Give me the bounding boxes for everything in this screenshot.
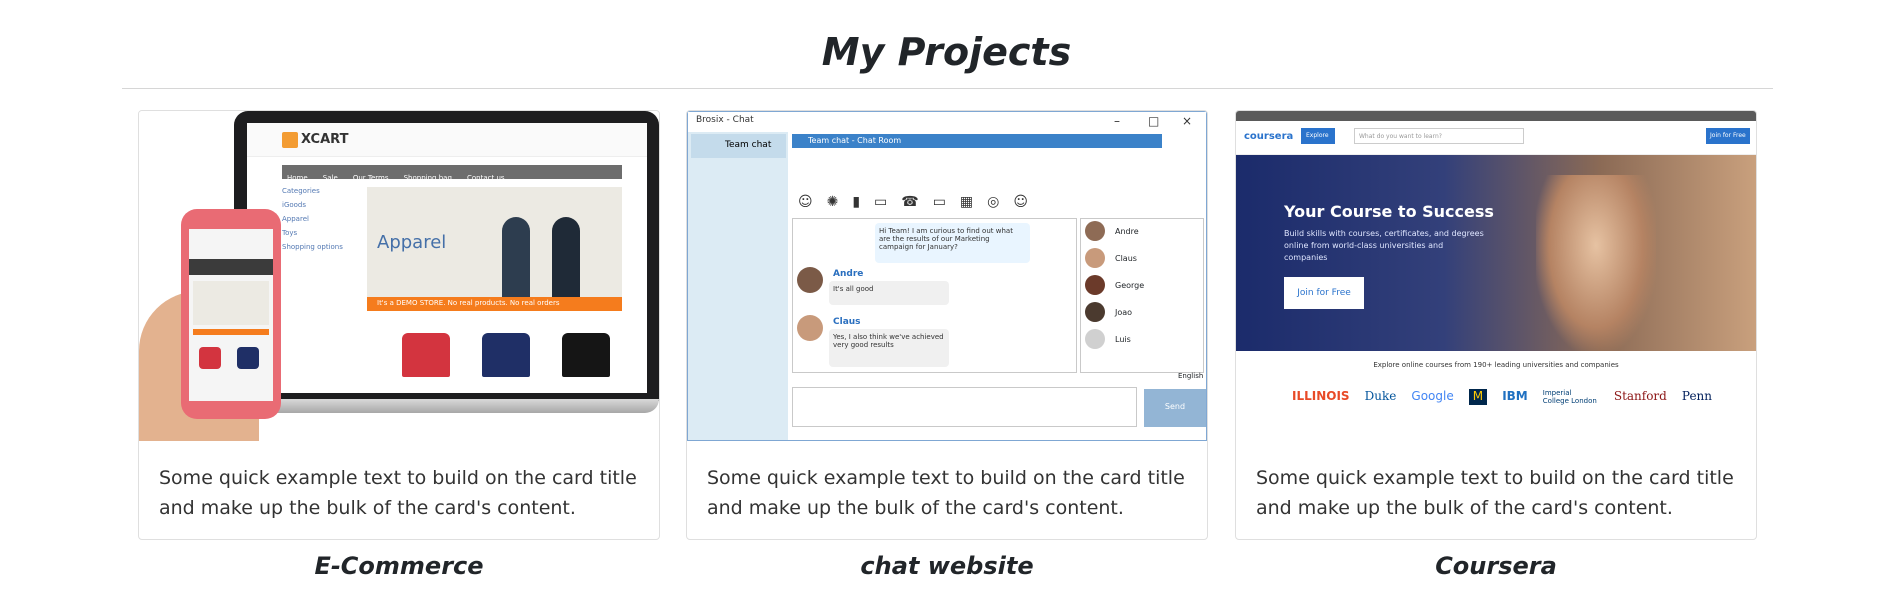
product-image xyxy=(402,333,450,377)
chat-input xyxy=(792,387,1137,427)
chat-message: Hi Team! I am curious to find out what a… xyxy=(875,223,1030,263)
chat-user: Andre xyxy=(1085,221,1195,243)
search-input: What do you want to learn? xyxy=(1354,128,1524,144)
partners-line: Explore online courses from 190+ leading… xyxy=(1373,361,1619,369)
store-nav-item: Home xyxy=(287,174,308,182)
card-text: Some quick example text to build on the … xyxy=(707,467,1185,519)
partner-logo: Stanford xyxy=(1613,389,1667,403)
store-sidebar: Categories iGoods Apparel Toys Shopping … xyxy=(282,187,360,377)
store-nav-item: Sale xyxy=(322,174,338,182)
store-promo: It's a DEMO STORE. No real products. No … xyxy=(367,297,622,311)
phone-screen xyxy=(189,229,273,401)
join-button: Join for Free xyxy=(1284,277,1364,309)
laptop-screen: XCART Home Sale Our Terms Shopping bag C… xyxy=(247,123,647,393)
store-nav-item: Shopping bag xyxy=(403,174,452,182)
chat-user-list: Andre Claus George Joao Luis xyxy=(1080,218,1204,373)
store-logo-icon xyxy=(282,132,298,148)
partner-logo: Duke xyxy=(1364,389,1397,403)
card-text: Some quick example text to build on the … xyxy=(1256,467,1734,519)
hero-person xyxy=(1536,175,1656,351)
banner-person xyxy=(502,217,530,297)
hero-headline: Your Course to Success xyxy=(1284,202,1494,221)
coursera-hero: Your Course to Success Build skills with… xyxy=(1236,155,1756,351)
send-button: Send xyxy=(1144,389,1206,427)
divider xyxy=(122,88,1773,89)
chat-sidebar: Team chat xyxy=(688,132,788,440)
hero-subline: Build skills with courses, certificates,… xyxy=(1284,229,1484,262)
chat-toolbar-icons: ☺✺▮▭☎▭▦◎☺ xyxy=(798,194,1042,210)
section-title: My Projects xyxy=(821,30,1072,74)
sender-name: Claus xyxy=(833,317,861,327)
ecommerce-screenshot: XCART Home Sale Our Terms Shopping bag C… xyxy=(139,111,659,441)
store-sidebar-item: Toys xyxy=(282,229,298,237)
partner-logos: ILLINOIS Duke Google M IBM Imperial Coll… xyxy=(1292,389,1712,405)
language-label: English xyxy=(1178,372,1204,380)
store-sidebar-item: Apparel xyxy=(282,215,309,223)
product-image xyxy=(237,347,259,369)
maximize-icon: □ xyxy=(1148,114,1160,128)
chat-message: It's all good xyxy=(829,281,949,305)
project-title[interactable]: E-Commerce xyxy=(138,552,660,580)
store-nav: Home Sale Our Terms Shopping bag Contact… xyxy=(282,165,622,182)
project-title[interactable]: Coursera xyxy=(1235,552,1757,580)
laptop-base xyxy=(219,399,659,413)
phone-promo xyxy=(193,329,269,335)
chat-message: Yes, I also think we've achieved very go… xyxy=(829,329,949,367)
join-top-button: Join for Free xyxy=(1706,128,1750,144)
project-card-coursera[interactable]: coursera Explore What do you want to lea… xyxy=(1235,110,1757,540)
card-text: Some quick example text to build on the … xyxy=(159,467,637,519)
store-banner: Apparel xyxy=(367,187,622,297)
chat-user: George xyxy=(1085,275,1195,297)
project-card-chat[interactable]: Brosix - Chat – □ × Team chat Team chat … xyxy=(686,110,1208,540)
chat-window: Brosix - Chat – □ × Team chat Team chat … xyxy=(687,111,1207,441)
close-icon: × xyxy=(1182,114,1193,128)
store-nav-item: Our Terms xyxy=(352,174,389,182)
store-nav-item: Contact us xyxy=(466,174,505,182)
store-sidebar-item: Categories xyxy=(282,187,320,195)
project-title[interactable]: chat website xyxy=(686,552,1208,580)
browser-bar xyxy=(1236,111,1756,121)
partners-section: Explore online courses from 190+ leading… xyxy=(1236,351,1756,441)
chat-user: Joao xyxy=(1085,302,1195,324)
minimize-icon: – xyxy=(1114,114,1120,128)
chat-user: Luis xyxy=(1085,329,1195,351)
phone-banner xyxy=(193,281,269,325)
project-card-ecommerce[interactable]: XCART Home Sale Our Terms Shopping bag C… xyxy=(138,110,660,540)
product-image xyxy=(482,333,530,377)
phone-nav xyxy=(189,259,273,275)
chat-tab: Team chat xyxy=(691,134,786,158)
store-logo: XCART xyxy=(301,132,349,147)
store-banner-text: Apparel xyxy=(377,232,447,253)
chat-window-title: Brosix - Chat xyxy=(696,115,754,125)
partner-logo: ILLINOIS xyxy=(1292,389,1350,403)
partner-logo: IBM xyxy=(1502,389,1528,403)
partner-logo: Penn xyxy=(1681,389,1712,403)
store-sidebar-item: iGoods xyxy=(282,201,307,209)
chat-user: Claus xyxy=(1085,248,1195,270)
coursera-screenshot: coursera Explore What do you want to lea… xyxy=(1236,111,1756,441)
product-image xyxy=(562,333,610,377)
partner-logo: Google xyxy=(1411,389,1454,403)
partner-logo: M xyxy=(1468,389,1488,405)
coursera-header: coursera Explore What do you want to lea… xyxy=(1236,121,1756,155)
banner-person xyxy=(552,217,580,297)
chat-screenshot: Brosix - Chat – □ × Team chat Team chat … xyxy=(687,111,1207,441)
avatar xyxy=(797,267,823,293)
product-image xyxy=(199,347,221,369)
sender-name: Andre xyxy=(833,269,864,279)
partner-logo: Imperial College London xyxy=(1542,389,1597,405)
store-sidebar-item: Shopping options xyxy=(282,243,343,251)
avatar xyxy=(797,315,823,341)
chat-room-header: Team chat - Chat Room xyxy=(792,134,1162,148)
coursera-logo: coursera xyxy=(1244,131,1294,142)
chat-messages: Hi Team! I am curious to find out what a… xyxy=(792,218,1077,373)
explore-button: Explore xyxy=(1301,128,1335,144)
